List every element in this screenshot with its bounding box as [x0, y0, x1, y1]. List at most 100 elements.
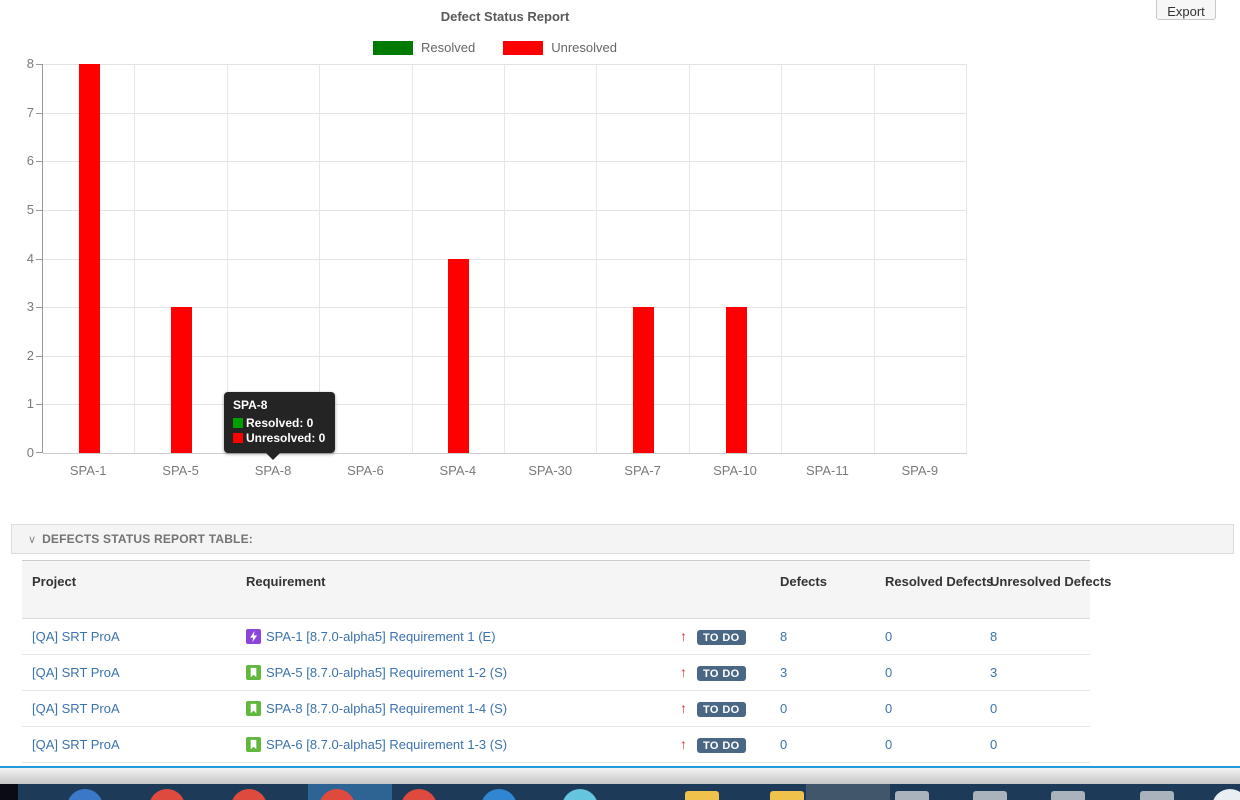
column-header: [670, 561, 770, 619]
chart-title: Defect Status Report: [0, 9, 1010, 24]
window-highlight[interactable]: [806, 784, 890, 800]
x-axis-label: SPA-1: [42, 463, 134, 478]
tooltip-title: SPA-8: [233, 398, 325, 413]
x-axis-label: SPA-4: [412, 463, 504, 478]
resolved-count-link[interactable]: 0: [885, 629, 892, 644]
resolved-cell: 0: [875, 655, 980, 691]
defect-status-chart: Defect Status Report ResolvedUnresolved …: [0, 0, 1010, 500]
window-1-icon[interactable]: [895, 791, 929, 800]
table-row: [QA] SRT ProA SPA-8 [8.7.0-alpha5] Requir…: [22, 691, 1090, 727]
table-row: [QA] SRT ProA SPA-6 [8.7.0-alpha5] Requir…: [22, 727, 1090, 763]
defects-count-link[interactable]: 3: [780, 665, 787, 680]
project-link[interactable]: [QA] SRT ProA: [32, 701, 120, 716]
defects-count-link[interactable]: 0: [780, 737, 787, 752]
project-link[interactable]: [QA] SRT ProA: [32, 665, 120, 680]
gridline: [43, 259, 967, 260]
requirement-cell: SPA-8 [8.7.0-alpha5] Requirement 1-4 (S): [236, 691, 670, 727]
legend-label: Resolved: [421, 40, 475, 55]
requirement-link[interactable]: SPA-1 [8.7.0-alpha5] Requirement 1 (E): [266, 629, 496, 644]
unresolved-cell: 3: [980, 655, 1090, 691]
defects-count-link[interactable]: 0: [780, 701, 787, 716]
unresolved-count-link[interactable]: 0: [990, 737, 997, 752]
requirement-link[interactable]: SPA-8 [8.7.0-alpha5] Requirement 1-4 (S): [266, 701, 507, 716]
gridline: [43, 64, 967, 65]
resolved-count-link[interactable]: 0: [885, 665, 892, 680]
app-cyan-icon[interactable]: [562, 789, 598, 800]
column-header: Defects: [770, 561, 875, 619]
window-3-icon[interactable]: [1051, 791, 1085, 800]
tooltip-swatch: [233, 418, 243, 428]
requirement-link[interactable]: SPA-5 [8.7.0-alpha5] Requirement 1-2 (S): [266, 665, 507, 680]
project-cell: [QA] SRT ProA: [22, 655, 236, 691]
project-cell: [QA] SRT ProA: [22, 619, 236, 655]
legend-swatch: [503, 41, 543, 55]
x-axis-label: SPA-6: [319, 463, 411, 478]
defects-count-link[interactable]: 8: [780, 629, 787, 644]
folder-2-icon[interactable]: [770, 791, 804, 800]
y-axis-tick-label: 6: [4, 153, 34, 168]
resolved-cell: 0: [875, 619, 980, 655]
app-blue-icon[interactable]: [481, 789, 517, 800]
story-issue-type-icon: [246, 665, 261, 680]
window-2-icon[interactable]: [973, 791, 1007, 800]
unresolved-bar: [726, 307, 747, 453]
y-axis-tick: [36, 259, 43, 260]
requirement-link[interactable]: SPA-6 [8.7.0-alpha5] Requirement 1-3 (S): [266, 737, 507, 752]
resolved-count-link[interactable]: 0: [885, 737, 892, 752]
app-red-1-icon[interactable]: [149, 789, 185, 800]
x-axis-label: SPA-8: [227, 463, 319, 478]
project-link[interactable]: [QA] SRT ProA: [32, 737, 120, 752]
y-axis-tick-label: 4: [4, 251, 34, 266]
unresolved-count-link[interactable]: 0: [990, 701, 997, 716]
table-row: [QA] SRT ProA SPA-5 [8.7.0-alpha5] Requir…: [22, 655, 1090, 691]
chart-plot-area: [42, 64, 967, 453]
project-link[interactable]: [QA] SRT ProA: [32, 629, 120, 644]
unresolved-count-link[interactable]: 3: [990, 665, 997, 680]
gridline: [134, 64, 135, 453]
chart-legend: Resolved Unresolved: [0, 40, 1010, 55]
unresolved-cell: 0: [980, 691, 1090, 727]
defects-cell: 0: [770, 691, 875, 727]
taskbar-corner: [0, 784, 18, 800]
table-header-row: ProjectRequirementDefectsResolved Defect…: [22, 561, 1090, 619]
requirement-cell: SPA-1 [8.7.0-alpha5] Requirement 1 (E): [236, 619, 670, 655]
app-red-2-icon[interactable]: [231, 789, 267, 800]
gridline: [781, 64, 782, 453]
gridline: [596, 64, 597, 453]
story-issue-type-icon: [246, 737, 261, 752]
unresolved-bar: [633, 307, 654, 453]
column-header: Requirement: [236, 561, 670, 619]
defect-status-report-page: Export Defect Status Report Resolved Unre…: [0, 0, 1240, 800]
y-axis-tick: [36, 64, 43, 65]
app-white-icon[interactable]: [1212, 789, 1240, 800]
x-axis-label: SPA-9: [874, 463, 966, 478]
defects-table-section-header[interactable]: ∨ DEFECTS STATUS REPORT TABLE:: [11, 524, 1234, 554]
browser-blue-icon[interactable]: [67, 789, 103, 800]
folder-1-icon[interactable]: [685, 791, 719, 800]
chart-tooltip: SPA-8 Resolved: 0Unresolved: 0: [224, 392, 335, 453]
status-badge: TO DO: [697, 630, 746, 645]
y-axis-tick-label: 7: [4, 105, 34, 120]
x-axis-label: SPA-11: [781, 463, 873, 478]
tooltip-row: Resolved: 0: [233, 416, 325, 431]
unresolved-count-link[interactable]: 8: [990, 629, 997, 644]
legend-label: Unresolved: [551, 40, 617, 55]
unresolved-bar: [79, 64, 100, 453]
status-cell: ↑TO DO: [670, 691, 770, 727]
y-axis-tick: [36, 210, 43, 211]
resolved-cell: 0: [875, 691, 980, 727]
y-axis-tick-label: 8: [4, 56, 34, 71]
resolved-count-link[interactable]: 0: [885, 701, 892, 716]
app-red-4-icon[interactable]: [401, 789, 437, 800]
x-axis-label: SPA-7: [596, 463, 688, 478]
window-4-icon[interactable]: [1140, 791, 1174, 800]
x-axis-label: SPA-30: [504, 463, 596, 478]
column-header: Project: [22, 561, 236, 619]
unresolved-bar: [448, 259, 469, 454]
project-cell: [QA] SRT ProA: [22, 691, 236, 727]
epic-issue-type-icon: [246, 629, 261, 644]
gridline: [504, 64, 505, 453]
y-axis-tick: [36, 161, 43, 162]
export-button[interactable]: Export: [1156, 0, 1216, 20]
priority-highest-icon: ↑: [680, 700, 687, 716]
